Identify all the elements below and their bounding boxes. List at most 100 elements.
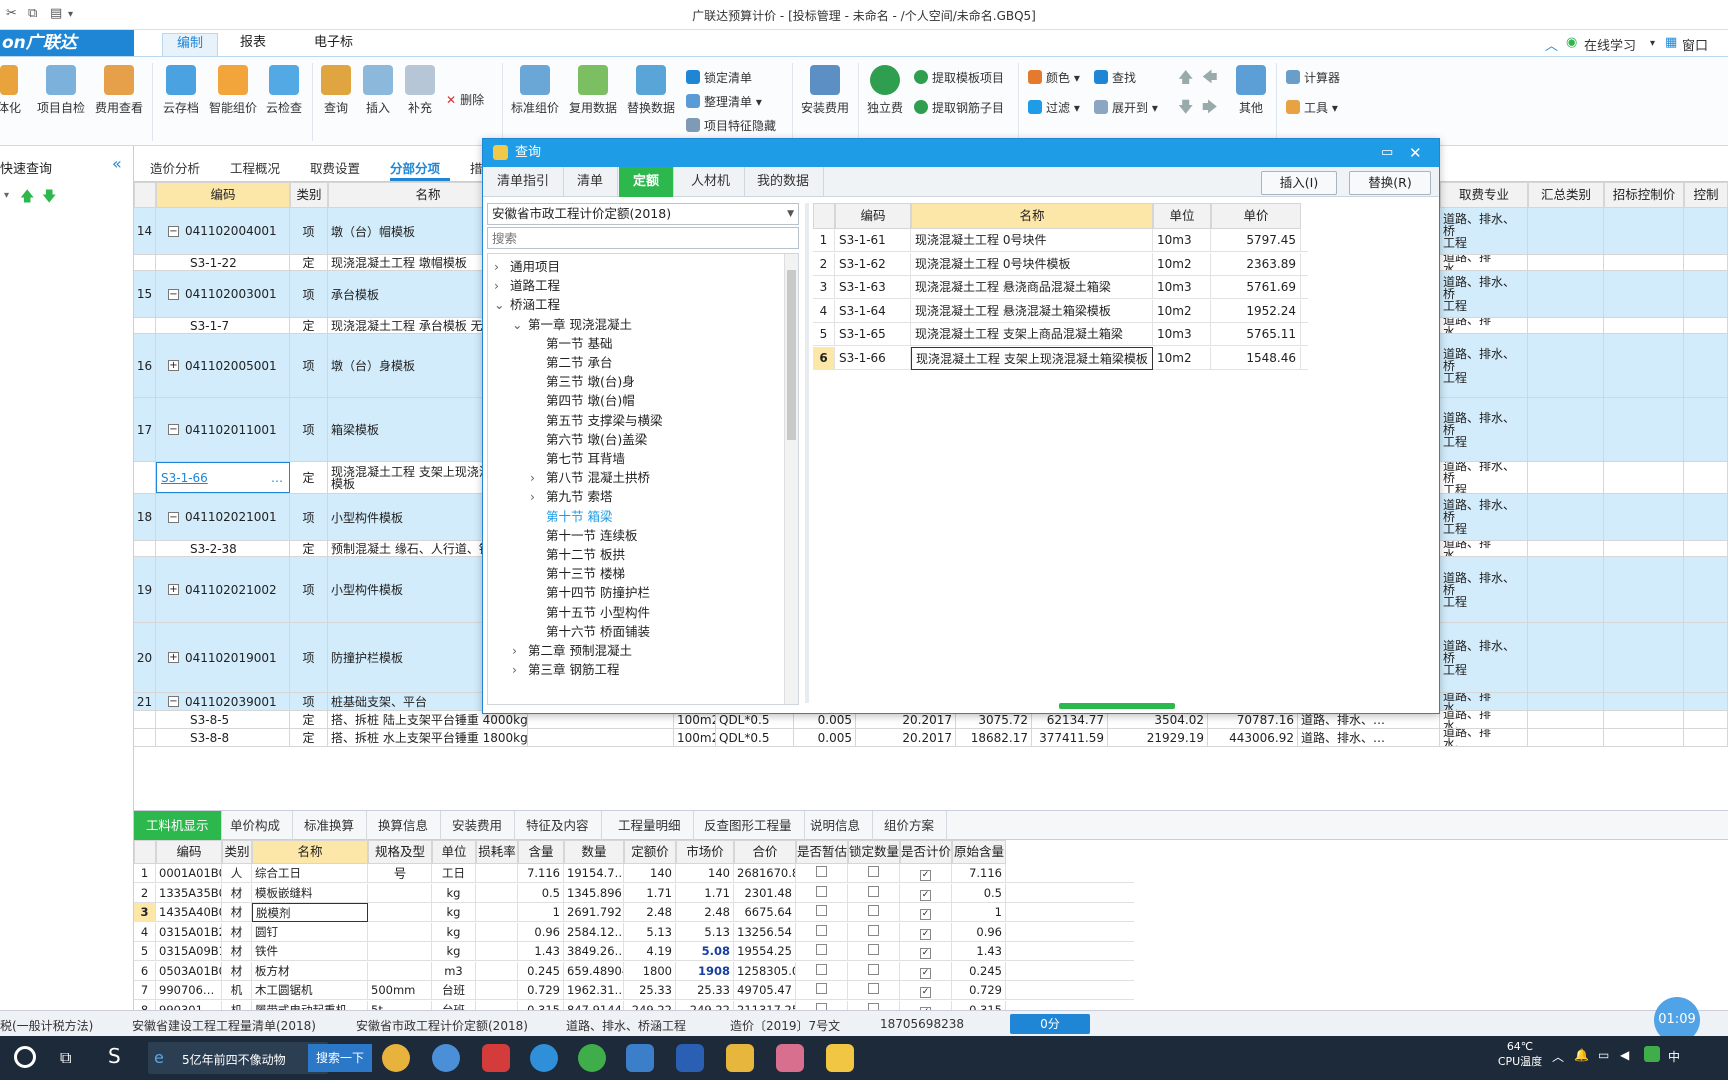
row-fee-specialty[interactable]: 道路、排水、… xyxy=(1440,318,1528,333)
detail-tab[interactable]: 工料机显示 xyxy=(134,811,222,840)
row-control[interactable] xyxy=(1684,462,1728,493)
row-fee-specialty[interactable]: 道路、排水、… xyxy=(1440,711,1528,728)
lower-priced[interactable]: ✓ xyxy=(900,922,952,942)
maximize-icon[interactable]: ▭ xyxy=(1381,139,1393,167)
checkbox[interactable] xyxy=(868,1002,879,1010)
row-code[interactable]: −041102021001 xyxy=(156,494,290,540)
checkbox[interactable] xyxy=(868,963,879,975)
checkbox[interactable]: ✓ xyxy=(920,909,931,920)
collapse-ribbon-icon[interactable]: ︿ xyxy=(1545,35,1558,54)
checkbox[interactable]: ✓ xyxy=(920,928,931,940)
collapse-panel-icon[interactable]: « xyxy=(112,154,122,173)
app-green-icon[interactable] xyxy=(578,1044,606,1072)
lower-estimate[interactable] xyxy=(796,981,848,1000)
detail-tab[interactable]: 特征及内容 xyxy=(514,811,602,840)
tree-node[interactable]: › 道路工程 xyxy=(494,275,560,294)
tray-chevron-icon[interactable]: ︿ xyxy=(1552,1048,1564,1065)
tray-app-icon[interactable] xyxy=(1644,1046,1660,1062)
tab-cost-analysis[interactable]: 造价分析 xyxy=(150,158,200,177)
row-fee-specialty[interactable]: 道路、排水、桥 工程 xyxy=(1440,398,1528,461)
row-control[interactable] xyxy=(1684,334,1728,397)
lower-priced[interactable]: ✓ xyxy=(900,864,952,883)
row-bid-control[interactable] xyxy=(1604,255,1684,270)
lower-header-num[interactable] xyxy=(134,840,156,864)
lower-header-spec[interactable]: 规格及型号 xyxy=(368,840,432,881)
checkbox[interactable] xyxy=(816,944,827,955)
collapse-icon[interactable]: − xyxy=(168,696,179,707)
result-row[interactable]: 6 S3-1-66 现浇混凝土工程 支架上现浇混凝土箱梁模板 10m2 1548.46 xyxy=(813,347,1308,370)
row-name[interactable]: 搭、拆桩 水上支架平台锤重 1800kg xyxy=(328,729,528,746)
tree-node[interactable]: › 第九节 索塔 xyxy=(530,486,612,505)
lower-priced[interactable]: ✓ xyxy=(900,961,952,981)
search-input[interactable] xyxy=(487,227,799,249)
lower-priced[interactable]: ✓ xyxy=(900,903,952,922)
tab-measures[interactable]: 措 xyxy=(470,158,483,177)
online-learning-button[interactable]: 在线学习 xyxy=(1584,35,1636,54)
row-bid-control[interactable] xyxy=(1604,693,1684,710)
row-number[interactable] xyxy=(134,711,156,728)
row-control[interactable] xyxy=(1684,711,1728,728)
move-down-icon[interactable]: 🡇 xyxy=(1178,97,1193,122)
row-summary-type[interactable] xyxy=(1528,623,1604,692)
row-type[interactable]: 项 xyxy=(290,693,328,710)
table-row[interactable]: 21335A35B0…材模板嵌缝料kg0.51345.8961.711.7123… xyxy=(134,883,1134,903)
result-row[interactable]: 2 S3-1-62 现浇混凝土工程 0号块件模板 10m2 2363.89 xyxy=(813,252,1308,276)
lower-lock[interactable] xyxy=(848,1000,900,1010)
row-control[interactable] xyxy=(1684,729,1728,746)
checkbox[interactable] xyxy=(816,905,827,916)
row-bid-total[interactable]: 443006.92 xyxy=(1208,729,1298,746)
tree-node[interactable]: 第二节 承台 xyxy=(530,352,612,371)
move-down-arrow-icon[interactable]: 🡇 xyxy=(42,186,56,210)
detail-tab[interactable]: 工程量明细 xyxy=(606,811,694,840)
lock-list-button[interactable]: 锁定清单 xyxy=(686,69,752,86)
detail-tab[interactable]: 单价构成 xyxy=(218,811,294,840)
checkbox[interactable]: ✓ xyxy=(920,967,931,979)
table-row[interactable]: 8 990301… 机履带式电动起重机 5t 台班 0.315 847.91448 249.2… xyxy=(134,1000,1134,1010)
grid-header-code[interactable]: 编码 xyxy=(156,182,290,208)
tab-reports[interactable]: 报表 xyxy=(226,33,280,56)
row-code[interactable]: −041102039001 xyxy=(156,693,290,710)
row-summary-type[interactable] xyxy=(1528,693,1604,710)
row-total[interactable]: 377411.59 xyxy=(1032,729,1108,746)
row-code[interactable]: S3-2-38 xyxy=(156,541,290,556)
app-red-icon[interactable] xyxy=(482,1044,510,1072)
lower-header-total[interactable]: 合价 xyxy=(734,840,796,864)
row-control[interactable] xyxy=(1684,208,1728,254)
resize-grip[interactable] xyxy=(1059,703,1175,709)
row-unit-price[interactable]: 18682.17 xyxy=(956,729,1032,746)
row-number[interactable] xyxy=(134,462,156,493)
cloud-check-button[interactable]: 云检查 xyxy=(262,65,306,116)
color-button[interactable]: 颜色 ▾ xyxy=(1028,69,1080,86)
lower-priced[interactable]: ✓ xyxy=(900,981,952,1000)
row-fee-specialty[interactable]: 道路、排水、… xyxy=(1440,255,1528,270)
lower-header-type[interactable]: 类别 xyxy=(222,840,252,864)
row-quantity-total[interactable]: 20.2017 xyxy=(856,729,956,746)
lower-header-unit[interactable]: 单位 xyxy=(432,840,476,864)
row-number[interactable] xyxy=(134,318,156,333)
row-summary-type[interactable] xyxy=(1528,255,1604,270)
tab-list-guide[interactable]: 清单指引 xyxy=(483,167,565,197)
table-row[interactable]: 31435A40B0…材脱模剂kg12691.7922.482.486675.6… xyxy=(134,903,1134,922)
row-code[interactable]: −041102004001 xyxy=(156,208,290,254)
row-bid-control[interactable] xyxy=(1604,208,1684,254)
row-control[interactable] xyxy=(1684,541,1728,556)
lower-header-name[interactable]: 名称 xyxy=(252,840,368,864)
row-type[interactable]: 定 xyxy=(290,541,328,556)
row-fee-specialty[interactable]: 道路、排水、… xyxy=(1440,541,1528,556)
more-icon[interactable]: … xyxy=(271,471,283,485)
tree-node[interactable]: 第十一节 连续板 xyxy=(530,525,637,544)
row-bid-control[interactable] xyxy=(1604,729,1684,746)
row-type[interactable]: 定 xyxy=(290,711,328,728)
checkbox[interactable] xyxy=(868,983,879,994)
lower-priced[interactable]: ✓ xyxy=(900,942,952,961)
file-explorer-icon[interactable] xyxy=(726,1044,754,1072)
hide-feature-button[interactable]: 项目特征隐藏 xyxy=(686,117,776,134)
checkbox[interactable] xyxy=(816,866,827,877)
row-summary-type[interactable] xyxy=(1528,541,1604,556)
checkbox[interactable] xyxy=(816,924,827,936)
taskbar-search-button[interactable]: 搜索一下 xyxy=(308,1044,372,1072)
lower-header-amount[interactable]: 数量 xyxy=(564,840,624,864)
chevron-right-icon[interactable]: › xyxy=(512,643,528,658)
row-fee-specialty[interactable]: 道路、排水、桥 工程 xyxy=(1440,557,1528,622)
reuse-data-button[interactable]: 复用数据 xyxy=(566,65,620,116)
